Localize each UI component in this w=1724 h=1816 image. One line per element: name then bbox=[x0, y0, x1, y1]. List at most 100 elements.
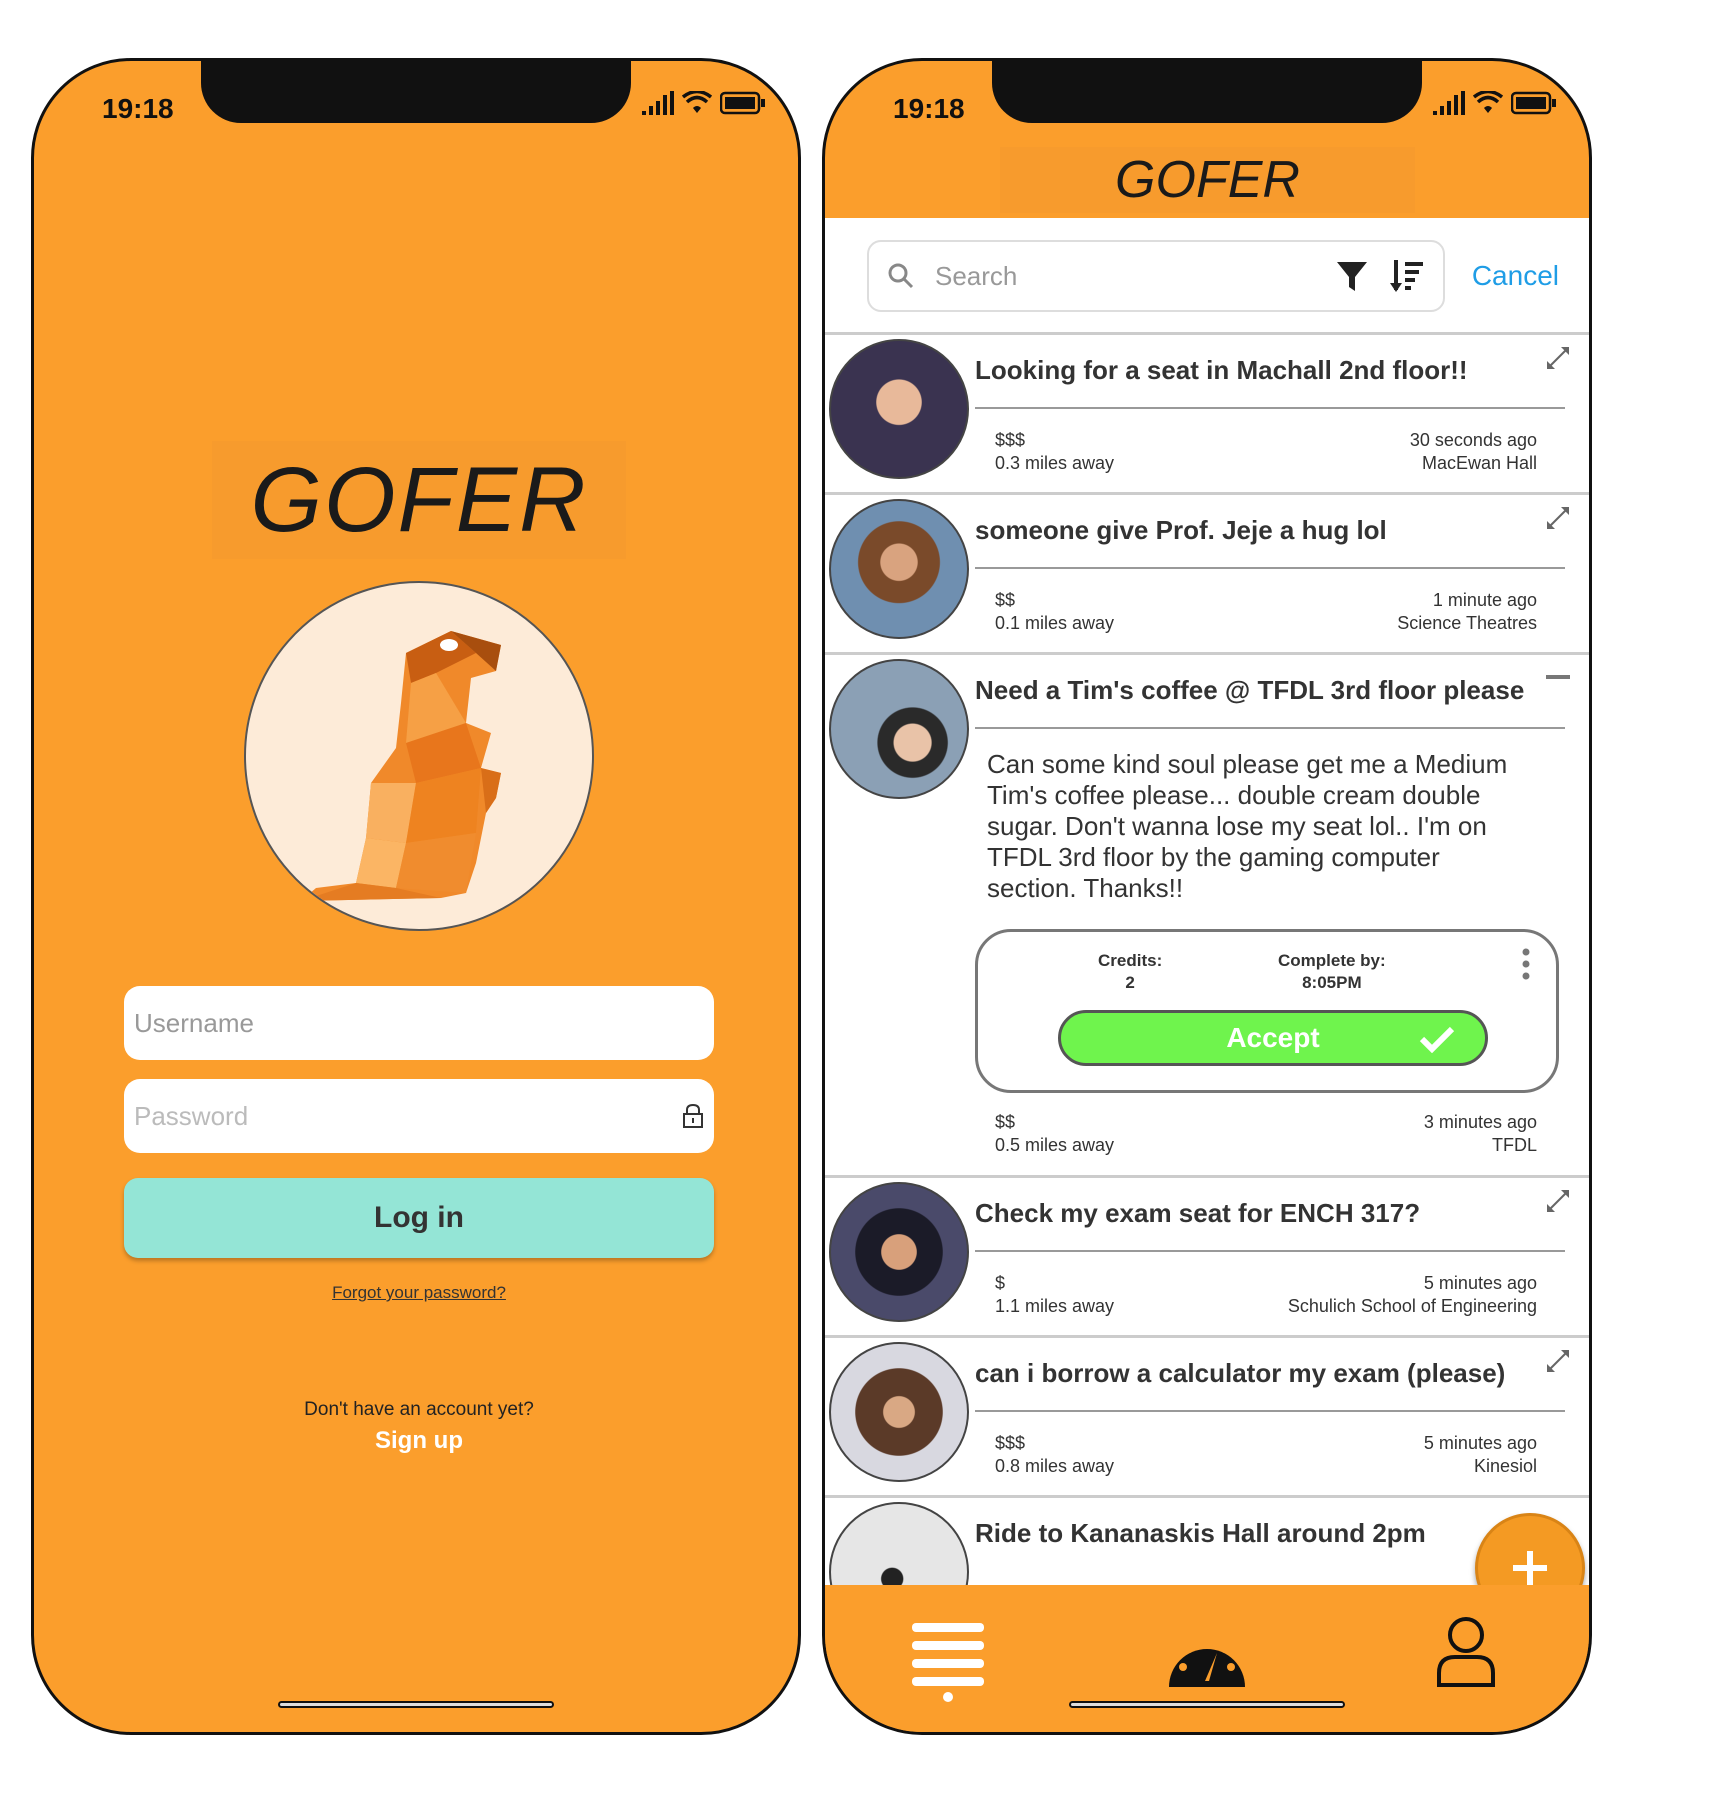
bottom-nav bbox=[825, 1585, 1589, 1732]
accept-label: Accept bbox=[1226, 1022, 1320, 1053]
post-card[interactable]: Check my exam seat for ENCH 317? $ 1.1 m… bbox=[825, 1178, 1589, 1338]
nav-dashboard[interactable] bbox=[1165, 1625, 1249, 1696]
post-price: $$$ bbox=[995, 430, 1026, 450]
search-input[interactable]: Search bbox=[867, 240, 1445, 312]
signal-icon bbox=[1433, 91, 1465, 115]
post-card[interactable]: can i borrow a calculator my exam (pleas… bbox=[825, 1338, 1589, 1498]
forgot-password-link[interactable]: Forgot your password? bbox=[34, 1283, 798, 1303]
nav-list[interactable] bbox=[910, 1621, 986, 1708]
search-bar: Search Cancel bbox=[825, 218, 1589, 335]
post-title: Check my exam seat for ENCH 317? bbox=[975, 1198, 1421, 1228]
post-time: 1 minute ago bbox=[1432, 590, 1537, 610]
expand-icon[interactable] bbox=[1545, 1188, 1571, 1214]
post-distance: 0.3 miles away bbox=[995, 453, 1115, 473]
search-placeholder: Search bbox=[935, 260, 1018, 291]
avatar bbox=[829, 1342, 969, 1482]
wifi-icon bbox=[682, 91, 712, 113]
credits-label: Credits: bbox=[1098, 951, 1163, 970]
avatar bbox=[829, 659, 969, 799]
username-field[interactable]: Username bbox=[124, 986, 714, 1060]
post-location: MacEwan Hall bbox=[1421, 453, 1537, 473]
post-time: 5 minutes ago bbox=[1423, 1433, 1537, 1453]
search-icon bbox=[888, 263, 914, 289]
post-distance: 0.5 miles away bbox=[995, 1135, 1115, 1155]
post-distance: 0.8 miles away bbox=[995, 1456, 1115, 1476]
post-time: 3 minutes ago bbox=[1423, 1112, 1537, 1132]
profile-icon bbox=[1437, 1617, 1495, 1687]
status-time: 19:18 bbox=[102, 93, 174, 124]
wifi-icon bbox=[1473, 91, 1503, 113]
post-location: Kinesiol bbox=[1473, 1456, 1537, 1476]
post-meta-right: 3 minutes ago TFDL bbox=[1424, 1111, 1537, 1157]
post-title: Ride to Kananaskis Hall around 2pm bbox=[975, 1518, 1426, 1548]
feed-content: Search Cancel Looking for a seat in Mach… bbox=[825, 218, 1589, 1585]
login-button[interactable]: Log in bbox=[124, 1178, 714, 1258]
divider bbox=[975, 407, 1565, 409]
signal-icon bbox=[642, 91, 674, 115]
gopher-logo bbox=[244, 581, 594, 931]
post-title: someone give Prof. Jeje a hug lol bbox=[975, 515, 1387, 545]
complete-by-label: Complete by: bbox=[1278, 951, 1386, 970]
signup-link[interactable]: Sign up bbox=[34, 1427, 798, 1455]
post-distance: 1.1 miles away bbox=[995, 1296, 1115, 1316]
post-card-expanded[interactable]: Need a Tim's coffee @ TFDL 3rd floor ple… bbox=[825, 655, 1589, 1178]
expand-icon[interactable] bbox=[1545, 1348, 1571, 1374]
header-title: GOFER bbox=[1115, 151, 1300, 209]
check-icon bbox=[1419, 1026, 1455, 1053]
post-meta-right: 30 seconds ago MacEwan Hall bbox=[1410, 429, 1537, 475]
expand-icon[interactable] bbox=[1545, 345, 1571, 371]
post-card[interactable]: Looking for a seat in Machall 2nd floor!… bbox=[825, 335, 1589, 495]
gopher-icon bbox=[301, 631, 501, 901]
post-price: $ bbox=[995, 1273, 1006, 1293]
post-location: Schulich School of Engineering bbox=[1287, 1296, 1537, 1316]
nav-profile[interactable] bbox=[1435, 1615, 1497, 1692]
divider bbox=[975, 1250, 1565, 1252]
notch bbox=[201, 61, 631, 123]
battery-icon bbox=[1511, 91, 1556, 115]
password-placeholder: Password bbox=[134, 1100, 249, 1131]
credits-value: 2 bbox=[1125, 973, 1135, 992]
avatar bbox=[829, 499, 969, 639]
post-price: $$ bbox=[995, 1112, 1016, 1132]
avatar bbox=[829, 1502, 969, 1585]
post-meta-left: $$ 0.5 miles away bbox=[995, 1111, 1114, 1157]
cancel-button[interactable]: Cancel bbox=[1472, 260, 1559, 292]
post-meta-left: $$ 0.1 miles away bbox=[995, 589, 1114, 635]
post-title: Need a Tim's coffee @ TFDL 3rd floor ple… bbox=[975, 675, 1525, 705]
filter-icon[interactable] bbox=[1335, 259, 1369, 293]
complete-by-block: Complete by: 8:05PM bbox=[1278, 950, 1386, 994]
brand-title: GOFER bbox=[250, 448, 588, 551]
home-indicator bbox=[278, 1701, 554, 1708]
plus-icon bbox=[1513, 1551, 1547, 1585]
username-placeholder: Username bbox=[134, 1007, 254, 1038]
post-price: $$ bbox=[995, 590, 1016, 610]
brand-logo-box: GOFER bbox=[212, 441, 626, 559]
list-icon bbox=[912, 1623, 984, 1702]
home-indicator bbox=[1069, 1701, 1345, 1708]
avatar bbox=[829, 1182, 969, 1322]
post-meta-left: $$$ 0.3 miles away bbox=[995, 429, 1114, 475]
post-time: 5 minutes ago bbox=[1423, 1273, 1537, 1293]
post-meta-right: 1 minute ago Science Theatres bbox=[1397, 589, 1537, 635]
post-location: TFDL bbox=[1492, 1135, 1537, 1155]
post-title: can i borrow a calculator my exam (pleas… bbox=[975, 1358, 1506, 1388]
expand-icon[interactable] bbox=[1545, 505, 1571, 531]
post-card[interactable]: someone give Prof. Jeje a hug lol $$ 0.1… bbox=[825, 495, 1589, 655]
accept-panel: Credits: 2 Complete by: 8:05PM Accept bbox=[975, 929, 1559, 1093]
post-meta-right: 5 minutes ago Schulich School of Enginee… bbox=[1288, 1272, 1537, 1318]
status-time: 19:18 bbox=[893, 93, 965, 124]
more-icon[interactable] bbox=[1522, 948, 1530, 980]
post-time: 30 seconds ago bbox=[1409, 430, 1537, 450]
post-meta-left: $$$ 0.8 miles away bbox=[995, 1432, 1114, 1478]
accept-button[interactable]: Accept bbox=[1058, 1010, 1488, 1066]
post-price: $$$ bbox=[995, 1433, 1026, 1453]
collapse-icon[interactable] bbox=[1545, 665, 1571, 691]
password-field[interactable]: Password bbox=[124, 1079, 714, 1153]
post-description: Can some kind soul please get me a Mediu… bbox=[987, 749, 1508, 903]
divider bbox=[975, 567, 1565, 569]
post-meta-left: $ 1.1 miles away bbox=[995, 1272, 1114, 1318]
battery-icon bbox=[720, 91, 765, 115]
sort-icon[interactable] bbox=[1389, 258, 1425, 294]
status-icons bbox=[1433, 91, 1557, 115]
divider bbox=[975, 727, 1565, 729]
